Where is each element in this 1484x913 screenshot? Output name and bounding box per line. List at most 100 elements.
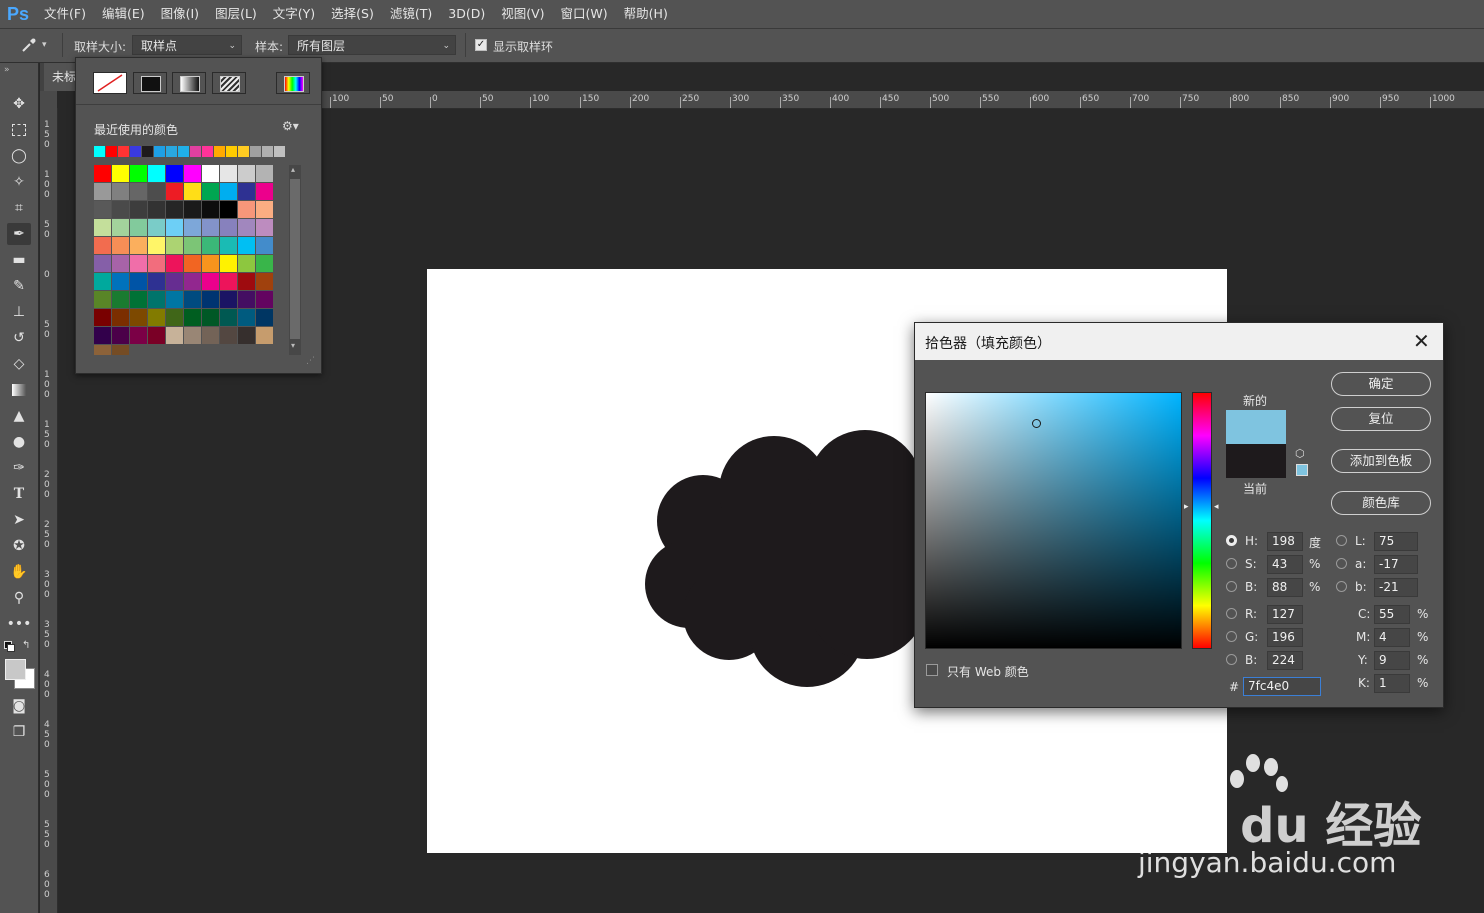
- brightness-radio[interactable]: [1226, 581, 1237, 592]
- swatch[interactable]: [220, 273, 237, 290]
- swatch[interactable]: [94, 219, 111, 236]
- path-selection-tool[interactable]: ➤: [7, 509, 31, 531]
- swatch[interactable]: [166, 165, 183, 182]
- swatch[interactable]: [148, 165, 165, 182]
- magenta-field[interactable]: 4: [1374, 628, 1410, 647]
- reset-button[interactable]: 复位: [1331, 407, 1431, 431]
- hue-slider-left-arrow-icon[interactable]: ▸: [1184, 502, 1189, 512]
- blue-radio[interactable]: [1226, 654, 1237, 665]
- lasso-tool[interactable]: ◯: [7, 145, 31, 167]
- swatch[interactable]: [148, 327, 165, 344]
- blue-field[interactable]: 224: [1267, 651, 1303, 670]
- pattern-swatch[interactable]: [212, 72, 246, 94]
- recent-color-swatch[interactable]: [190, 146, 201, 157]
- green-field[interactable]: 196: [1267, 628, 1303, 647]
- blur-tool[interactable]: ▲: [7, 405, 31, 427]
- swatch[interactable]: [238, 165, 255, 182]
- lab-b-radio[interactable]: [1336, 581, 1347, 592]
- swatch[interactable]: [112, 291, 129, 308]
- swatch[interactable]: [202, 309, 219, 326]
- swatch[interactable]: [256, 201, 273, 218]
- swatch[interactable]: [256, 237, 273, 254]
- swatch[interactable]: [148, 237, 165, 254]
- clone-stamp-tool[interactable]: ⊥: [7, 301, 31, 323]
- pen-tool[interactable]: ✑: [7, 457, 31, 479]
- swatch[interactable]: [148, 219, 165, 236]
- swatch[interactable]: [256, 291, 273, 308]
- cyan-field[interactable]: 55: [1374, 605, 1410, 624]
- color-picker-swatch[interactable]: [276, 72, 310, 94]
- menu-item-2[interactable]: 图像(I): [153, 0, 207, 28]
- swatch[interactable]: [202, 327, 219, 344]
- close-icon[interactable]: ✕: [1413, 329, 1430, 353]
- swatch[interactable]: [202, 165, 219, 182]
- color-field[interactable]: [925, 392, 1182, 649]
- menu-item-3[interactable]: 图层(L): [207, 0, 265, 28]
- swatch[interactable]: [166, 255, 183, 272]
- swatch[interactable]: [238, 327, 255, 344]
- swatch[interactable]: [184, 273, 201, 290]
- recent-color-swatch[interactable]: [94, 146, 105, 157]
- hue-radio[interactable]: [1226, 535, 1237, 546]
- swatch[interactable]: [166, 183, 183, 200]
- swatch[interactable]: [184, 327, 201, 344]
- swatch[interactable]: [238, 183, 255, 200]
- swatch[interactable]: [94, 255, 111, 272]
- only-web-colors-checkbox[interactable]: [926, 664, 938, 676]
- swatch[interactable]: [202, 183, 219, 200]
- zoom-tool[interactable]: ⚲: [7, 587, 31, 609]
- shape-tool[interactable]: ✪: [7, 535, 31, 557]
- menu-item-4[interactable]: 文字(Y): [265, 0, 323, 28]
- recent-color-swatch[interactable]: [154, 146, 165, 157]
- swatch[interactable]: [256, 255, 273, 272]
- hue-slider[interactable]: [1192, 392, 1212, 649]
- swatch[interactable]: [220, 255, 237, 272]
- swatch[interactable]: [94, 345, 111, 355]
- brightness-field[interactable]: 88: [1267, 578, 1303, 597]
- swatch[interactable]: [220, 219, 237, 236]
- chevron-up-icon[interactable]: ▴: [291, 165, 295, 174]
- lightness-field[interactable]: 75: [1374, 532, 1418, 551]
- hex-field[interactable]: 7fc4e0: [1243, 677, 1321, 696]
- swatch[interactable]: [184, 291, 201, 308]
- swatch[interactable]: [220, 237, 237, 254]
- brush-tool[interactable]: ✎: [7, 275, 31, 297]
- eyedropper-tool[interactable]: ✒: [7, 223, 31, 245]
- chevron-down-icon[interactable]: ▾: [291, 341, 295, 350]
- swatch[interactable]: [202, 237, 219, 254]
- swatch[interactable]: [220, 183, 237, 200]
- recent-color-swatch[interactable]: [106, 146, 117, 157]
- lightness-radio[interactable]: [1336, 535, 1347, 546]
- swatch[interactable]: [256, 327, 273, 344]
- swatch[interactable]: [94, 237, 111, 254]
- menu-item-0[interactable]: 文件(F): [36, 0, 94, 28]
- swatch[interactable]: [148, 309, 165, 326]
- no-color-swatch[interactable]: [93, 72, 127, 94]
- swatch[interactable]: [184, 165, 201, 182]
- swatch[interactable]: [166, 309, 183, 326]
- swatch[interactable]: [112, 183, 129, 200]
- swatch[interactable]: [112, 255, 129, 272]
- type-tool[interactable]: T: [7, 483, 31, 505]
- recent-color-swatch[interactable]: [142, 146, 153, 157]
- red-radio[interactable]: [1226, 608, 1237, 619]
- recent-color-swatch[interactable]: [214, 146, 225, 157]
- color-field-marker[interactable]: [1031, 418, 1041, 428]
- swatch[interactable]: [184, 201, 201, 218]
- gradient-swatch[interactable]: [172, 72, 206, 94]
- web-safe-color-swatch[interactable]: [1296, 464, 1308, 476]
- red-field[interactable]: 127: [1267, 605, 1303, 624]
- foreground-color-swatch[interactable]: [5, 659, 26, 680]
- swatch[interactable]: [166, 237, 183, 254]
- swatch[interactable]: [202, 255, 219, 272]
- swatch[interactable]: [184, 255, 201, 272]
- yellow-field[interactable]: 9: [1374, 651, 1410, 670]
- green-radio[interactable]: [1226, 631, 1237, 642]
- eyedropper-preset-picker[interactable]: ▾: [20, 35, 54, 55]
- recent-color-swatch[interactable]: [262, 146, 273, 157]
- swatch[interactable]: [94, 327, 111, 344]
- menu-item-9[interactable]: 窗口(W): [553, 0, 616, 28]
- swatch[interactable]: [94, 201, 111, 218]
- dodge-tool[interactable]: ●: [7, 431, 31, 453]
- color-libraries-button[interactable]: 颜色库: [1331, 491, 1431, 515]
